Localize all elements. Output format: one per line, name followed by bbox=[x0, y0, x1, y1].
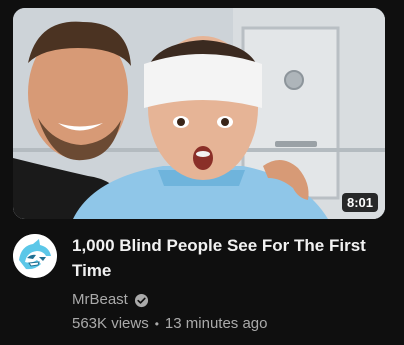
duration-badge: 8:01 bbox=[341, 193, 378, 212]
video-metadata: 563K views • 13 minutes ago bbox=[72, 314, 268, 334]
upload-age: 13 minutes ago bbox=[164, 315, 268, 332]
video-thumbnail[interactable]: 8:01 bbox=[13, 8, 385, 219]
channel-row: MrBeast bbox=[72, 290, 149, 310]
thumbnail-image bbox=[13, 8, 385, 219]
video-title[interactable]: 1,000 Blind People See For The First Tim… bbox=[72, 233, 372, 283]
channel-avatar[interactable] bbox=[13, 234, 57, 278]
video-card[interactable]: 8:01 1,000 Blind People See For The Firs… bbox=[0, 0, 404, 345]
view-count: 563K views bbox=[72, 315, 149, 332]
channel-name[interactable]: MrBeast bbox=[72, 290, 128, 310]
verified-check-icon bbox=[134, 293, 149, 308]
meta-separator: • bbox=[154, 317, 159, 331]
mrbeast-logo-icon bbox=[13, 234, 57, 278]
